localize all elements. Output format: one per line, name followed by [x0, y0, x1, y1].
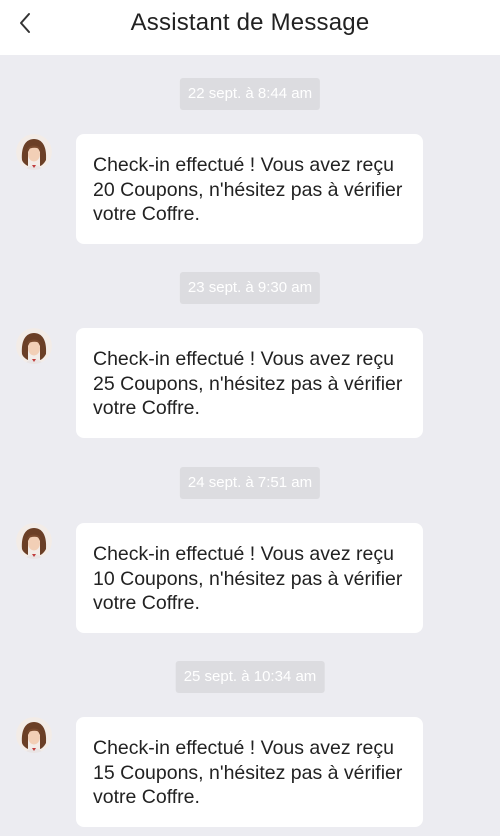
timestamp-badge: 24 sept. à 7:51 am [179, 467, 321, 499]
message-group: 23 sept. à 9:30 am Check-in effectué ! V… [0, 272, 500, 447]
assistant-avatar-icon[interactable] [16, 328, 52, 364]
message-bubble[interactable]: Check-in effectué ! Vous avez reçu 20 Co… [76, 134, 423, 244]
message-group: 24 sept. à 7:51 am Check-in effectué ! V… [0, 467, 500, 642]
page-title: Assistant de Message [130, 9, 370, 36]
message-group: 22 sept. à 8:44 am Check-in effectué ! V… [0, 78, 500, 253]
message-bubble[interactable]: Check-in effectué ! Vous avez reçu 25 Co… [76, 328, 423, 438]
timestamp-badge: 25 sept. à 10:34 am [175, 661, 325, 693]
assistant-avatar-icon[interactable] [16, 134, 52, 170]
assistant-avatar-icon[interactable] [16, 523, 52, 559]
message-bubble[interactable]: Check-in effectué ! Vous avez reçu 15 Co… [76, 717, 423, 827]
timestamp-badge: 22 sept. à 8:44 am [179, 78, 321, 110]
app-header: Assistant de Message [0, 0, 500, 55]
message-group: 25 sept. à 10:34 am Check-in effectué ! … [0, 661, 500, 836]
assistant-avatar-icon[interactable] [16, 717, 52, 753]
timestamp-badge: 23 sept. à 9:30 am [179, 272, 321, 304]
message-bubble[interactable]: Check-in effectué ! Vous avez reçu 10 Co… [76, 523, 423, 633]
